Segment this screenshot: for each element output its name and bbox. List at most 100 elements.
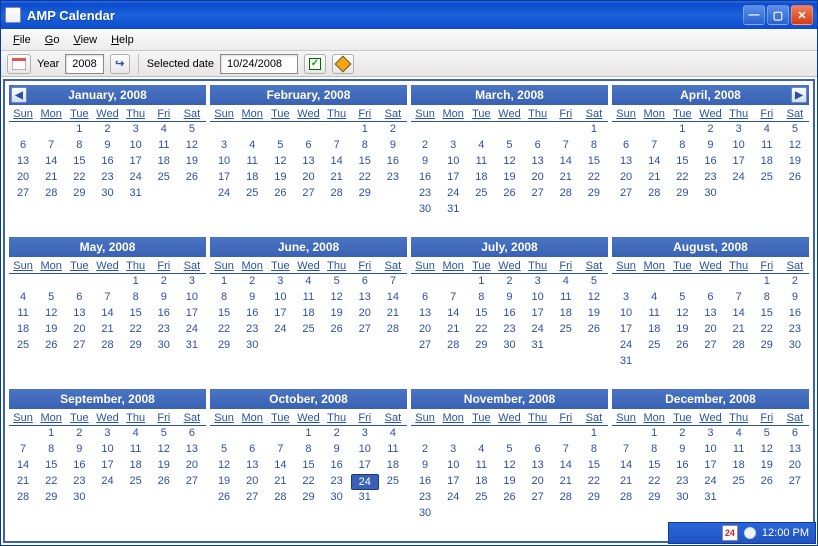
day-cell[interactable]: 14 — [439, 306, 467, 322]
day-cell[interactable]: 13 — [612, 154, 640, 170]
day-cell[interactable]: 7 — [552, 442, 580, 458]
day-cell[interactable]: 16 — [411, 474, 439, 490]
day-cell[interactable]: 25 — [640, 338, 668, 354]
day-cell[interactable]: 23 — [65, 474, 93, 490]
day-cell[interactable]: 12 — [781, 138, 809, 154]
day-cell[interactable]: 6 — [696, 290, 724, 306]
day-cell[interactable]: 16 — [495, 306, 523, 322]
day-cell[interactable]: 9 — [495, 290, 523, 306]
day-cell[interactable]: 6 — [65, 290, 93, 306]
day-cell[interactable]: 14 — [612, 458, 640, 474]
day-cell[interactable]: 27 — [612, 186, 640, 202]
day-cell[interactable]: 5 — [753, 426, 781, 442]
day-cell[interactable]: 17 — [122, 154, 150, 170]
day-cell[interactable]: 14 — [9, 458, 37, 474]
day-cell[interactable]: 23 — [379, 170, 407, 186]
day-cell[interactable]: 6 — [781, 426, 809, 442]
day-cell[interactable]: 3 — [210, 138, 238, 154]
day-cell[interactable]: 8 — [37, 442, 65, 458]
prev-year-button[interactable]: ◀ — [11, 87, 27, 103]
day-cell[interactable]: 10 — [696, 442, 724, 458]
day-cell[interactable]: 18 — [467, 170, 495, 186]
day-cell[interactable]: 30 — [668, 490, 696, 506]
day-cell[interactable]: 1 — [351, 122, 379, 138]
day-cell[interactable]: 22 — [210, 322, 238, 338]
day-cell[interactable]: 9 — [238, 290, 266, 306]
day-cell[interactable]: 12 — [580, 290, 608, 306]
day-cell[interactable]: 30 — [781, 338, 809, 354]
day-cell[interactable]: 9 — [781, 290, 809, 306]
day-cell[interactable]: 29 — [640, 490, 668, 506]
day-cell[interactable]: 25 — [150, 170, 178, 186]
day-cell[interactable]: 19 — [150, 458, 178, 474]
day-cell[interactable]: 3 — [439, 138, 467, 154]
day-cell[interactable]: 7 — [640, 138, 668, 154]
day-cell[interactable]: 12 — [210, 458, 238, 474]
day-cell[interactable]: 15 — [122, 306, 150, 322]
day-cell[interactable]: 6 — [351, 274, 379, 290]
day-cell[interactable]: 21 — [612, 474, 640, 490]
day-cell[interactable]: 19 — [323, 306, 351, 322]
day-cell[interactable]: 26 — [495, 490, 523, 506]
day-cell[interactable]: 25 — [753, 170, 781, 186]
day-cell[interactable]: 7 — [725, 290, 753, 306]
day-cell[interactable]: 7 — [439, 290, 467, 306]
day-cell[interactable]: 4 — [552, 274, 580, 290]
day-cell[interactable]: 8 — [580, 138, 608, 154]
day-cell[interactable]: 13 — [351, 290, 379, 306]
day-cell[interactable]: 23 — [696, 170, 724, 186]
day-cell[interactable]: 2 — [668, 426, 696, 442]
day-cell[interactable]: 23 — [495, 322, 523, 338]
day-cell[interactable]: 7 — [37, 138, 65, 154]
selected-date-input[interactable]: 10/24/2008 — [220, 54, 298, 74]
day-cell[interactable]: 15 — [294, 458, 322, 474]
day-cell[interactable]: 5 — [210, 442, 238, 458]
day-cell[interactable]: 27 — [524, 490, 552, 506]
day-cell[interactable]: 8 — [210, 290, 238, 306]
day-cell[interactable]: 24 — [725, 170, 753, 186]
day-cell[interactable]: 11 — [640, 306, 668, 322]
day-cell[interactable]: 11 — [9, 306, 37, 322]
day-cell[interactable]: 23 — [411, 490, 439, 506]
day-cell[interactable]: 27 — [524, 186, 552, 202]
day-cell[interactable]: 12 — [178, 138, 206, 154]
day-cell[interactable]: 21 — [640, 170, 668, 186]
day-cell[interactable]: 2 — [411, 138, 439, 154]
day-cell[interactable]: 17 — [178, 306, 206, 322]
day-cell[interactable]: 26 — [37, 338, 65, 354]
day-cell[interactable]: 23 — [150, 322, 178, 338]
day-cell[interactable]: 21 — [9, 474, 37, 490]
confirm-icon[interactable]: ✓ — [304, 54, 326, 74]
day-cell[interactable]: 21 — [725, 322, 753, 338]
day-cell[interactable]: 3 — [266, 274, 294, 290]
day-cell[interactable]: 22 — [37, 474, 65, 490]
day-cell[interactable]: 24 — [178, 322, 206, 338]
day-cell[interactable]: 22 — [122, 322, 150, 338]
day-cell[interactable]: 2 — [238, 274, 266, 290]
day-cell[interactable]: 24 — [351, 474, 379, 490]
day-cell[interactable]: 10 — [351, 442, 379, 458]
day-cell[interactable]: 30 — [150, 338, 178, 354]
day-cell[interactable]: 22 — [580, 474, 608, 490]
day-cell[interactable]: 25 — [467, 186, 495, 202]
day-cell[interactable]: 13 — [524, 154, 552, 170]
day-cell[interactable]: 20 — [65, 322, 93, 338]
day-cell[interactable]: 21 — [93, 322, 121, 338]
day-cell[interactable]: 25 — [725, 474, 753, 490]
day-cell[interactable]: 2 — [379, 122, 407, 138]
day-cell[interactable]: 24 — [122, 170, 150, 186]
day-cell[interactable]: 15 — [753, 306, 781, 322]
day-cell[interactable]: 13 — [9, 154, 37, 170]
day-cell[interactable]: 13 — [781, 442, 809, 458]
day-cell[interactable]: 9 — [668, 442, 696, 458]
day-cell[interactable]: 17 — [439, 474, 467, 490]
day-cell[interactable]: 5 — [150, 426, 178, 442]
day-cell[interactable]: 13 — [524, 458, 552, 474]
day-cell[interactable]: 24 — [439, 186, 467, 202]
day-cell[interactable]: 4 — [238, 138, 266, 154]
day-cell[interactable]: 23 — [781, 322, 809, 338]
day-cell[interactable]: 27 — [294, 186, 322, 202]
day-cell[interactable]: 11 — [238, 154, 266, 170]
day-cell[interactable]: 29 — [210, 338, 238, 354]
day-cell[interactable]: 4 — [9, 290, 37, 306]
